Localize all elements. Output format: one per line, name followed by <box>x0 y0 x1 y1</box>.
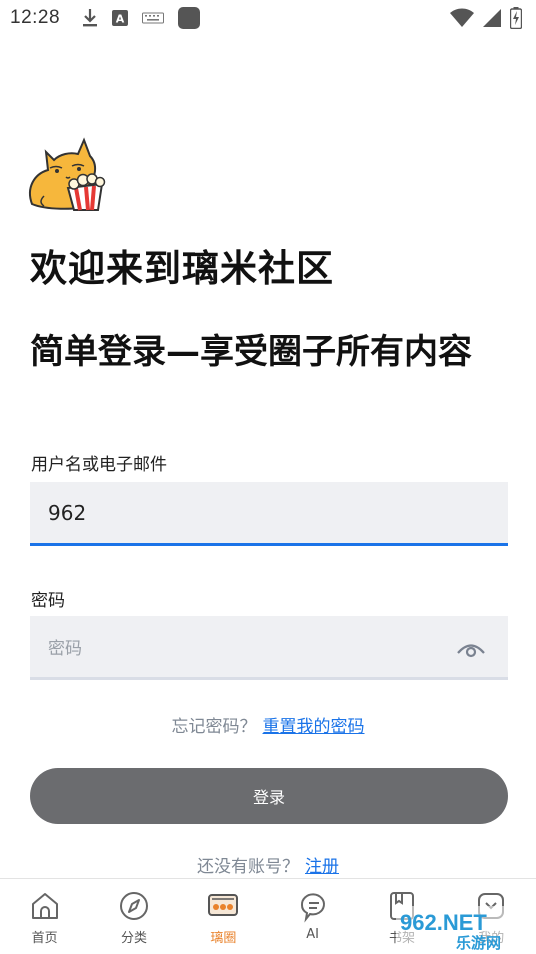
watermark-text-top: 962.NET <box>400 910 487 935</box>
battery-charging-icon <box>510 7 522 29</box>
watermark-text-bottom: 乐游网 <box>456 934 501 950</box>
welcome-title: 欢迎来到璃米社区 <box>30 247 334 290</box>
no-account-text: 还没有账号？ <box>197 857 299 877</box>
register-row: 还没有账号？ 注册 <box>0 852 536 877</box>
keyboard-icon <box>142 12 165 24</box>
keyboard-a-icon: A <box>112 10 129 26</box>
wifi-icon <box>450 8 474 27</box>
ai-chat-icon <box>300 893 325 923</box>
download-icon <box>83 9 98 27</box>
forgot-password-row: 忘记密码？ 重置我的密码 <box>0 712 536 737</box>
tab-ai[interactable]: AI <box>268 879 357 954</box>
username-input-value: 962 <box>48 500 87 525</box>
cat-popcorn-mascot-icon <box>29 137 106 211</box>
username-label: 用户名或电子邮件 <box>31 455 167 475</box>
login-button[interactable]: 登录 <box>30 768 508 824</box>
status-bar: 12:28 A <box>0 0 536 36</box>
watermark-logo: 962.NET 乐游网 <box>396 906 530 950</box>
tab-home-label: 首页 <box>31 931 58 946</box>
tab-circle[interactable]: 璃圈 <box>179 879 268 954</box>
password-label: 密码 <box>31 591 65 611</box>
tab-home[interactable]: 首页 <box>0 879 89 954</box>
register-link[interactable]: 注册 <box>305 857 339 877</box>
status-notification-icons: A <box>82 7 201 29</box>
signal-icon <box>483 9 501 27</box>
tab-circle-label: 璃圈 <box>210 931 237 946</box>
compass-icon <box>119 892 148 920</box>
password-input[interactable]: 密码 <box>30 616 508 680</box>
svg-text:A: A <box>116 13 125 26</box>
password-placeholder: 密码 <box>48 639 82 659</box>
status-system-icons <box>450 7 522 29</box>
tab-category[interactable]: 分类 <box>89 879 178 954</box>
circle-chat-icon <box>208 894 239 916</box>
username-input[interactable]: 962 <box>30 482 508 546</box>
tab-ai-label: AI <box>306 927 320 942</box>
reset-password-link[interactable]: 重置我的密码 <box>263 717 365 737</box>
forgot-password-text: 忘记密码？ <box>171 717 257 737</box>
home-icon <box>31 893 58 919</box>
status-time: 12:28 <box>10 7 61 28</box>
tab-category-label: 分类 <box>120 931 147 946</box>
welcome-subtitle: 简单登录—享受圈子所有内容 <box>30 332 472 372</box>
eye-icon[interactable] <box>456 638 486 658</box>
app-square-icon <box>178 7 201 29</box>
